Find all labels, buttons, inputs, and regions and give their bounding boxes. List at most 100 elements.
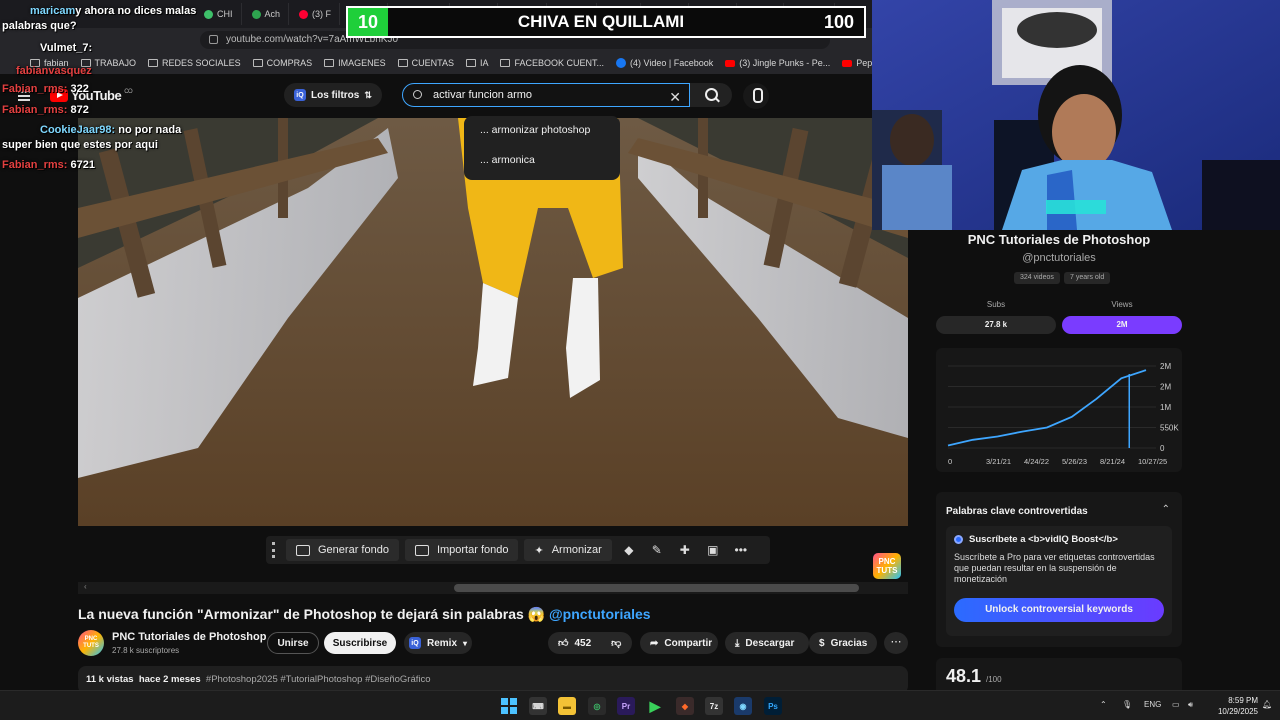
subscribe-button[interactable]: Suscribirse bbox=[324, 632, 396, 654]
scroll-left-icon[interactable]: ‹ bbox=[84, 582, 87, 591]
browser-tab[interactable]: (3) F bbox=[291, 3, 341, 25]
bookmark-item[interactable]: REDES SOCIALES bbox=[148, 58, 241, 68]
video-title: La nueva función "Armonizar" de Photosho… bbox=[78, 606, 651, 623]
chart-x-tick: 0 bbox=[948, 457, 952, 466]
mask-icon[interactable]: ▣ bbox=[702, 539, 724, 561]
archive-app-icon[interactable]: 7z bbox=[705, 697, 723, 715]
score-title: CHIVA EN QUILLAMI bbox=[517, 12, 685, 31]
start-menu-icon[interactable] bbox=[500, 697, 518, 715]
windows-logo bbox=[501, 698, 517, 714]
share-label: Compartir bbox=[664, 637, 713, 649]
drag-handle-icon[interactable] bbox=[272, 542, 275, 558]
channel-tag-link[interactable]: @pnctutoriales bbox=[549, 606, 651, 622]
webcam-image bbox=[872, 0, 1280, 230]
bookmark-item[interactable]: COMPRAS bbox=[252, 58, 313, 68]
dislike-icon[interactable]: 👎︎ bbox=[611, 637, 621, 649]
harmonize-button[interactable]: ✦ Armonizar bbox=[524, 539, 612, 561]
bookmark-item[interactable]: FACEBOOK CUENT... bbox=[500, 58, 604, 68]
microphone-tray-icon[interactable]: 🎙︎ bbox=[1122, 700, 1132, 709]
subs-toggle[interactable]: 27.8 k bbox=[936, 316, 1056, 334]
fill-bucket-icon[interactable]: ◆ bbox=[618, 539, 640, 561]
horizontal-scrollbar[interactable]: ‹ bbox=[78, 582, 908, 594]
language-indicator[interactable]: ENG bbox=[1144, 700, 1161, 709]
site-info-icon[interactable] bbox=[209, 35, 218, 44]
unlock-keywords-button[interactable]: Unlock controversial keywords bbox=[954, 598, 1164, 622]
join-button[interactable]: Unirse bbox=[267, 632, 319, 654]
tab-label: Ach bbox=[264, 9, 281, 19]
photoshop-icon[interactable]: Ps bbox=[764, 697, 782, 715]
thanks-button[interactable]: $ Gracias bbox=[809, 632, 877, 654]
scrollbar-thumb[interactable] bbox=[454, 584, 859, 592]
like-button[interactable]: 👍︎ 452 👎︎ bbox=[548, 632, 632, 654]
remix-button[interactable]: iQ Remix ▾ bbox=[404, 632, 472, 654]
chat-line: Fabian_rms: 6721 bbox=[2, 159, 95, 171]
hashtags[interactable]: #Photoshop2025 #TutorialPhotoshop #Diseñ… bbox=[206, 674, 431, 685]
bookmark-label: FACEBOOK CUENT... bbox=[514, 58, 604, 68]
suggestion-item[interactable]: ... armonica bbox=[480, 154, 535, 166]
terminal-app-icon[interactable]: ⌨ bbox=[529, 697, 547, 715]
brush-icon[interactable]: ✎ bbox=[646, 539, 668, 561]
score-left: 10 bbox=[348, 8, 388, 36]
browser-tab[interactable]: Ach bbox=[244, 3, 290, 25]
search-input[interactable]: activar funcion armo ✕ bbox=[402, 83, 690, 107]
volume-icon[interactable]: 🔊︎ bbox=[1188, 700, 1193, 710]
clear-search-icon[interactable]: ✕ bbox=[669, 86, 681, 108]
folder-icon bbox=[252, 59, 263, 67]
chevron-up-icon[interactable]: ⌃ bbox=[1162, 504, 1170, 515]
chat-user: Fabian_rms: bbox=[2, 104, 68, 116]
voice-search-icon[interactable] bbox=[743, 83, 769, 109]
thanks-label: Gracias bbox=[830, 637, 868, 649]
channel-avatar[interactable]: PNC TUTS bbox=[78, 630, 104, 656]
thanks-icon: $ bbox=[819, 637, 825, 649]
generate-background-button[interactable]: Generar fondo bbox=[286, 539, 399, 561]
file-explorer-icon[interactable]: ▬ bbox=[558, 697, 576, 715]
bookmark-label: IA bbox=[479, 58, 489, 68]
premiere-pro-icon[interactable]: Pr bbox=[617, 697, 635, 715]
bookmark-item[interactable]: CUENTAS bbox=[397, 58, 454, 68]
views-toggle[interactable]: 2M bbox=[1062, 316, 1182, 334]
browser-tab[interactable]: CHI bbox=[196, 3, 242, 25]
bookmark-item[interactable]: IA bbox=[465, 58, 489, 68]
view-count: 11 k vistas bbox=[86, 674, 134, 685]
search-button[interactable] bbox=[690, 83, 732, 107]
search-query: activar funcion armo bbox=[433, 89, 533, 101]
panel-channel-handle: @pnctutoriales bbox=[1022, 252, 1096, 264]
filters-button[interactable]: iQ Los filtros ⇅ bbox=[284, 83, 382, 107]
share-icon: ➦ bbox=[650, 637, 659, 649]
share-button[interactable]: ➦ Compartir bbox=[640, 632, 718, 654]
import-background-button[interactable]: Importar fondo bbox=[404, 539, 519, 561]
notifications-icon[interactable]: 🔔︎ bbox=[1262, 700, 1272, 709]
score-right: 100 bbox=[823, 11, 855, 32]
system-clock[interactable]: 8:59 PM 10/29/2025 bbox=[1206, 695, 1258, 717]
more-actions-icon[interactable]: ⋯ bbox=[884, 632, 908, 654]
video-title-text: La nueva función "Armonizar" de Photosho… bbox=[78, 606, 546, 622]
suggestion-item[interactable]: ... armonizar photoshop bbox=[480, 124, 590, 136]
folder-icon bbox=[324, 59, 335, 67]
download-button[interactable]: ⤓ Descargar bbox=[725, 632, 809, 654]
bookmark-label: IMAGENES bbox=[338, 58, 386, 68]
search-icon bbox=[413, 90, 422, 99]
chat-user: fabianvasquez bbox=[16, 65, 92, 77]
screen: CHIAch(3) F(22)Nueva pAirbGooPANMaDIOmar… bbox=[0, 0, 1280, 720]
media-player-icon[interactable]: ▶ bbox=[646, 697, 664, 715]
browser-app-icon[interactable]: ◉ bbox=[734, 697, 752, 715]
chart-y-tick: 1M bbox=[1160, 403, 1171, 412]
network-icon[interactable]: ▭ bbox=[1172, 700, 1180, 709]
channel-name[interactable]: PNC Tutoriales de Photoshop bbox=[112, 631, 266, 643]
add-brush-icon[interactable]: ✚ bbox=[674, 539, 696, 561]
chat-text: 6721 bbox=[70, 159, 95, 171]
tray-chevron-up-icon[interactable]: ⌃ bbox=[1100, 700, 1107, 709]
panel-channel-title[interactable]: PNC Tutoriales de Photoshop bbox=[928, 232, 1190, 247]
channel-age-chip: 7 years old bbox=[1064, 272, 1111, 284]
bookmark-label: (3) Jingle Punks - Pe... bbox=[739, 58, 831, 68]
filters-label: Los filtros bbox=[311, 89, 360, 101]
keywords-title: Palabras clave controvertidas bbox=[946, 506, 1088, 517]
bookmark-item[interactable]: (4) Video | Facebook bbox=[616, 58, 713, 68]
brave-browser-icon[interactable]: ◆ bbox=[676, 697, 694, 715]
bookmark-label: COMPRAS bbox=[266, 58, 313, 68]
channel-watermark[interactable]: PNC TUTS bbox=[873, 553, 901, 579]
more-options-icon[interactable]: ••• bbox=[730, 539, 752, 561]
bookmark-item[interactable]: IMAGENES bbox=[324, 58, 386, 68]
recording-app-icon[interactable]: ◎ bbox=[588, 697, 606, 715]
bookmark-item[interactable]: (3) Jingle Punks - Pe... bbox=[725, 58, 830, 68]
